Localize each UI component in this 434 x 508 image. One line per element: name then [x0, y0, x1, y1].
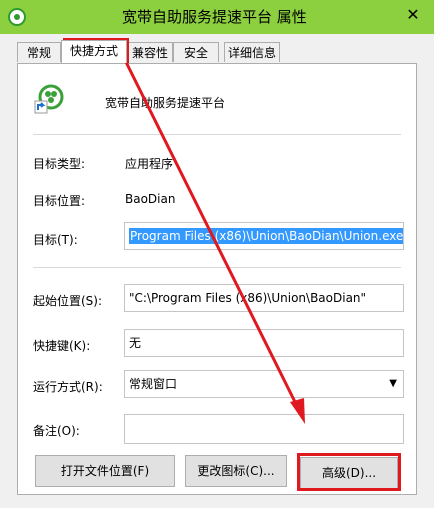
advanced-button[interactable]: 高级(D)... — [300, 457, 398, 489]
tab-label: 详细信息 — [227, 46, 276, 60]
title-bar: 宽带自助服务提速平台 属性 ✕ — [0, 0, 434, 34]
target-label: 目标(T): — [33, 233, 78, 247]
target-type-value: 应用程序 — [125, 157, 174, 171]
run-selected-value: 常规窗口 — [129, 377, 178, 391]
tab-label: 常规 — [26, 46, 51, 60]
target-location-label: 目标位置: — [33, 194, 86, 208]
tab-shortcut[interactable]: 快捷方式 — [61, 40, 127, 63]
separator — [33, 134, 401, 135]
run-select[interactable]: 常规窗口 ▼ — [124, 370, 404, 398]
tab-general[interactable]: 常规 — [17, 42, 61, 62]
target-field[interactable]: Program Files (x86)\Union\BaoDian\Union.… — [124, 222, 404, 250]
hotkey-field[interactable]: 无 — [124, 329, 404, 357]
hotkey-label: 快捷键(K): — [33, 339, 91, 353]
tab-details[interactable]: 详细信息 — [224, 42, 280, 62]
chevron-down-icon: ▼ — [389, 378, 397, 389]
close-button[interactable]: ✕ — [404, 4, 422, 26]
open-file-location-button[interactable]: 打开文件位置(F) — [35, 455, 175, 487]
run-label: 运行方式(R): — [33, 380, 103, 394]
app-logo-icon — [8, 8, 26, 26]
change-icon-button[interactable]: 更改图标(C)... — [185, 455, 287, 487]
comment-field[interactable] — [124, 414, 404, 444]
target-location-value: BaoDian — [125, 192, 176, 206]
comment-label: 备注(O): — [33, 424, 80, 438]
tab-compatibility[interactable]: 兼容性 — [127, 42, 173, 62]
tab-security[interactable]: 安全 — [173, 42, 219, 62]
tab-label: 兼容性 — [131, 46, 168, 60]
tab-label: 快捷方式 — [69, 44, 118, 58]
shortcut-app-icon — [34, 84, 64, 114]
shortcut-name: 宽带自助服务提速平台 — [105, 96, 226, 110]
target-value: Program Files (x86)\Union\BaoDian\Union.… — [129, 228, 403, 244]
separator — [33, 267, 401, 268]
tab-label: 安全 — [183, 46, 208, 60]
window-title: 宽带自助服务提速平台 属性 — [122, 8, 307, 26]
start-in-label: 起始位置(S): — [33, 294, 103, 308]
target-type-label: 目标类型: — [33, 157, 86, 171]
start-in-field[interactable]: "C:\Program Files (x86)\Union\BaoDian" — [124, 284, 404, 312]
